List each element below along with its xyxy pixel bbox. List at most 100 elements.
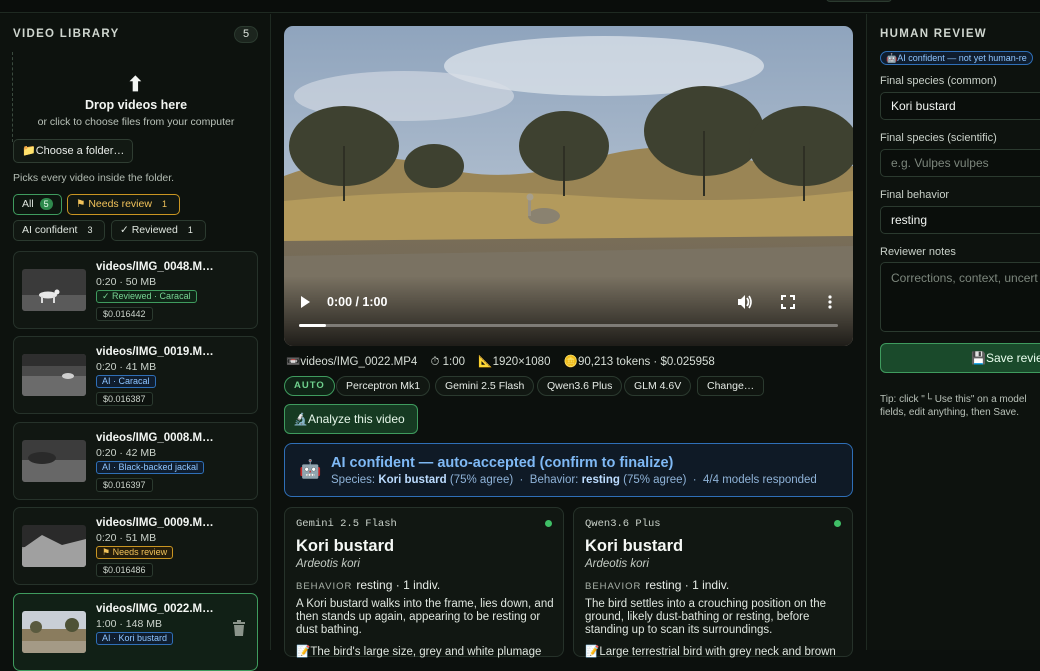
filter-reviewed[interactable]: ✓ Reviewed 1 — [111, 220, 206, 241]
notes-textarea[interactable]: Corrections, context, uncert — [880, 262, 1040, 332]
video-name: videos/IMG_0009.M… — [96, 517, 214, 529]
species-scientific-label: Final species (scientific) — [880, 132, 997, 144]
library-count-badge: 5 — [234, 26, 258, 43]
token-cost: 🪙90,213 tokens · $0.025958 — [563, 356, 715, 368]
description: A Kori bustard walks into the frame, lie… — [296, 598, 554, 636]
status-badge: ✓ Reviewed · Caracal — [96, 290, 197, 303]
file-name: 📼videos/IMG_0022.MP4 — [286, 356, 418, 368]
species-common-input[interactable]: Kori bustard — [880, 92, 1040, 120]
species-name: Kori bustard — [585, 537, 684, 555]
review-status-badge: 🤖AI confident — not yet human-re — [880, 51, 1033, 65]
model-chip[interactable]: Perceptron Mk1 — [336, 376, 431, 396]
save-review-button[interactable]: 💾Save revie — [880, 343, 1040, 373]
cost-badge: $0.016486 — [96, 563, 153, 577]
behavior-input[interactable]: resting — [880, 206, 1040, 234]
video-meta: 0:20 · 50 MB — [96, 276, 157, 288]
drop-title: Drop videos here — [84, 98, 188, 112]
trash-icon[interactable] — [232, 620, 246, 636]
video-card-selected[interactable]: videos/IMG_0022.M… 1:00 · 148 MB AI · Ko… — [13, 593, 258, 671]
cost-badge: $0.016442 — [96, 307, 153, 321]
human-review-panel: HUMAN REVIEW 🤖AI confident — not yet hum… — [866, 14, 1040, 650]
picks-note: Picks every video inside the folder. — [13, 172, 175, 184]
video-card[interactable]: videos/IMG_0009.M… 0:20 · 51 MB ⚑ Needs … — [13, 507, 258, 585]
status-dot — [834, 520, 841, 527]
filter-all[interactable]: All 5 — [13, 194, 62, 215]
video-name: videos/IMG_0048.M… — [96, 261, 214, 273]
model-chip[interactable]: Qwen3.6 Plus — [537, 376, 623, 396]
model-chip[interactable]: GLM 4.6V — [624, 376, 692, 396]
review-tip: Tip: click "└ Use this" on a model field… — [880, 394, 1027, 418]
behavior-label: Final behavior — [880, 189, 950, 201]
filter-ai-confident[interactable]: AI confident 3 — [13, 220, 106, 241]
video-player[interactable]: 0:00 / 1:00 — [284, 26, 853, 346]
time-display: 0:00 / 1:00 — [327, 295, 388, 309]
volume-icon[interactable] — [737, 294, 753, 310]
video-card[interactable]: videos/IMG_0008.M… 0:20 · 42 MB AI · Bla… — [13, 422, 258, 500]
status-badge: AI · Black-backed jackal — [96, 461, 205, 474]
auto-mode-chip[interactable]: AUTO — [284, 376, 335, 396]
cost-badge: $0.016387 — [96, 392, 153, 406]
species-common-label: Final species (common) — [880, 75, 997, 87]
species-scientific-input[interactable]: e.g. Vulpes vulpes — [880, 149, 1040, 177]
library-title: VIDEO LIBRARY — [13, 28, 120, 40]
video-name: videos/IMG_0008.M… — [96, 432, 214, 444]
drop-zone[interactable]: ⬆ Drop videos here or click to choose fi… — [12, 52, 258, 142]
status-badge: ⚑ Needs review — [96, 546, 174, 559]
progress-fill — [299, 324, 326, 327]
video-thumbnail — [22, 440, 86, 482]
analyze-button[interactable]: 🔬Analyze this video — [284, 404, 418, 434]
play-icon[interactable] — [301, 296, 310, 308]
filter-needs-review[interactable]: ⚑ Needs review 1 — [67, 194, 180, 215]
model-chip[interactable]: Gemini 2.5 Flash — [435, 376, 535, 396]
controls-overlay — [284, 276, 853, 346]
choose-folder-button[interactable]: 📁Choose a folder… — [13, 139, 133, 163]
top-bar — [0, 0, 1040, 13]
video-meta: 1:00 · 148 MB — [96, 618, 162, 630]
scientific-name: Ardeotis kori — [296, 558, 360, 570]
video-library-panel: VIDEO LIBRARY 5 ⬆ Drop videos here or cl… — [0, 14, 271, 671]
filter-label: ✓ Reviewed — [120, 224, 178, 236]
duration: ⏱ 1:00 — [430, 356, 466, 368]
responded-count: 4/4 models responded — [703, 474, 817, 486]
reasoning-note: 📝The bird's large size, grey and white p… — [296, 646, 542, 658]
video-name: videos/IMG_0019.M… — [96, 346, 214, 358]
video-card[interactable]: videos/IMG_0019.M… 0:20 · 41 MB AI · Car… — [13, 336, 258, 414]
video-thumbnail — [22, 611, 86, 653]
filter-count: 1 — [187, 225, 193, 235]
fullscreen-icon[interactable] — [781, 295, 795, 309]
drop-subtitle: or click to choose files from your compu… — [37, 116, 235, 128]
more-options-icon[interactable] — [827, 294, 833, 310]
video-thumbnail — [22, 525, 86, 567]
description: The bird settles into a crouching positi… — [585, 598, 827, 636]
video-name: videos/IMG_0022.M… — [96, 603, 214, 615]
video-meta: 0:20 · 51 MB — [96, 532, 157, 544]
model-name: Qwen3.6 Plus — [585, 518, 661, 530]
status-badge: AI · Caracal — [96, 375, 156, 388]
verdict-title: AI confident — auto-accepted (confirm to… — [331, 455, 674, 471]
video-meta: 0:20 · 41 MB — [96, 361, 157, 373]
video-card[interactable]: videos/IMG_0048.M… 0:20 · 50 MB ✓ Review… — [13, 251, 258, 329]
filter-label: ⚑ Needs review — [76, 198, 152, 210]
behavior-line: BEHAVIOR resting · 1 indiv. — [296, 578, 441, 592]
change-models-button[interactable]: Change… — [697, 376, 765, 396]
resolution: 📐1920×1080 — [478, 356, 551, 368]
filter-count: 5 — [39, 198, 53, 210]
video-thumbnail — [22, 269, 86, 311]
video-meta-row: 📼videos/IMG_0022.MP4 ⏱ 1:00 📐1920×1080 🪙… — [286, 354, 725, 369]
verdict-species: Kori bustard — [378, 474, 447, 486]
status-dot — [545, 520, 552, 527]
status-badge: AI · Kori bustard — [96, 632, 174, 645]
species-name: Kori bustard — [296, 537, 395, 555]
verdict-behavior: resting — [581, 474, 620, 486]
top-control[interactable] — [826, 0, 892, 2]
verdict-summary: Species: Kori bustard (75% agree) · Beha… — [331, 474, 817, 486]
main-panel: 0:00 / 1:00 📼videos/IMG_0022.MP4 ⏱ 1:00 … — [272, 14, 866, 658]
filter-count: 3 — [87, 225, 93, 235]
filter-count: 1 — [161, 199, 167, 209]
model-result-card: Gemini 2.5 Flash Kori bustard Ardeotis k… — [284, 507, 564, 658]
notes-label: Reviewer notes — [880, 246, 956, 258]
behavior-line: BEHAVIOR resting · 1 indiv. — [585, 578, 730, 592]
progress-bar[interactable] — [299, 324, 838, 327]
review-title: HUMAN REVIEW — [880, 28, 987, 40]
upload-arrow-icon: ⬆ — [127, 74, 144, 96]
